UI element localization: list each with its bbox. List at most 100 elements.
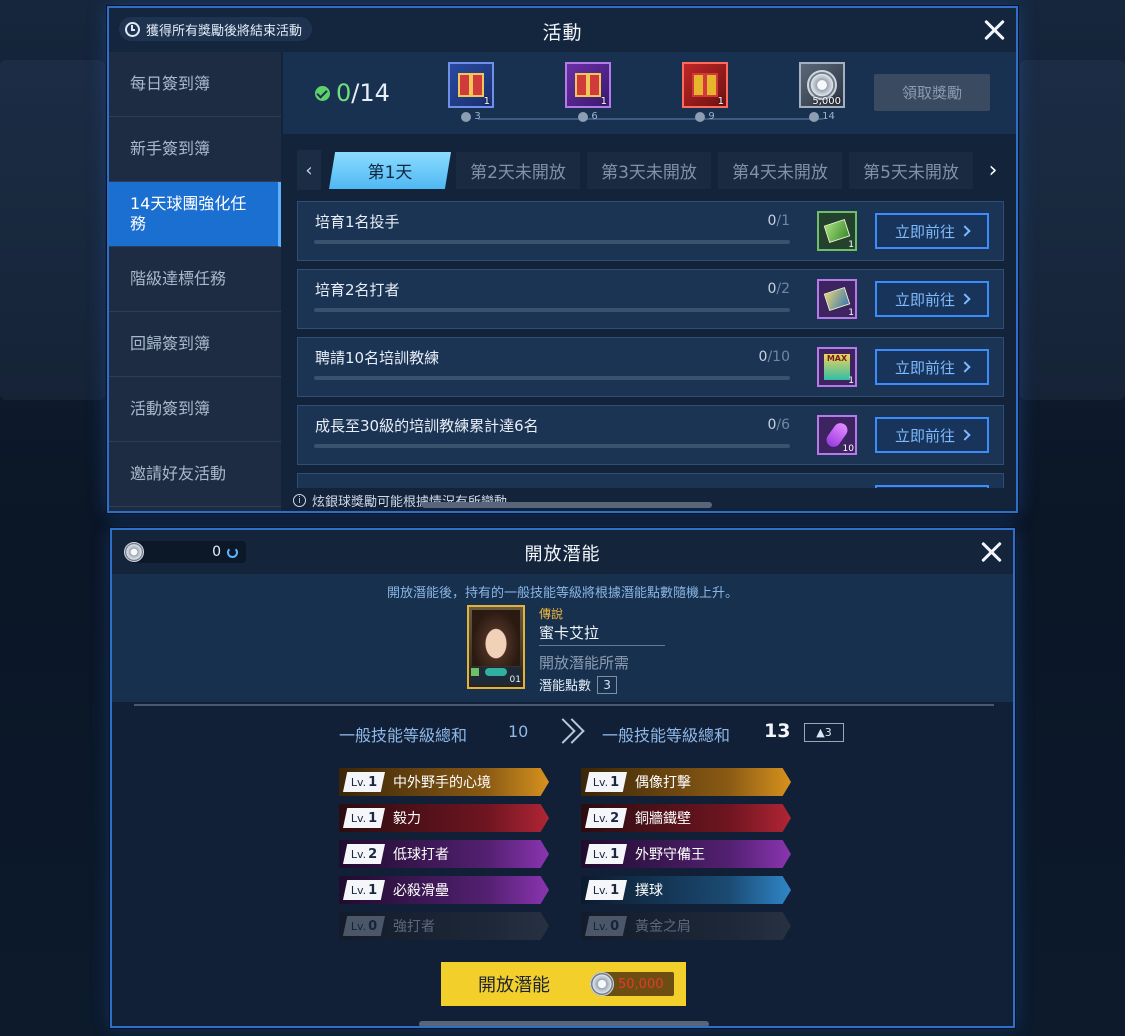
skill-name: 必殺滑壘	[393, 883, 449, 899]
background-shadow-left	[0, 60, 105, 400]
max-upgrade-icon[interactable]: MAX 1	[817, 347, 857, 387]
sidebar-item-label: 每日簽到簿	[130, 74, 211, 93]
task-progress-bar	[314, 444, 790, 448]
skill-level-tag: Lv. 1	[585, 772, 627, 792]
go-now-button[interactable]: 立即前往	[875, 349, 989, 385]
task-progress: 0/10	[758, 349, 790, 365]
skill-item[interactable]: Lv. 1 偶像打擊	[581, 768, 791, 796]
double-chevron-right-icon	[550, 716, 585, 750]
open-potential-button[interactable]: 開放潛能 50,000	[441, 962, 686, 1006]
points-label: 潛能點數	[539, 679, 592, 694]
skill-item[interactable]: Lv. 1 外野守備王	[581, 840, 791, 868]
skill-level-tag: Lv. 1	[585, 880, 627, 900]
task-progress: 0/2	[767, 281, 790, 297]
player-name: 蜜卡艾拉	[539, 624, 600, 642]
milestone-reward-2[interactable]: 1 6	[564, 62, 612, 122]
sidebar-item-invite-friends[interactable]: 邀請好友活動	[109, 442, 281, 507]
skill-item[interactable]: Lv. 0 強打者	[339, 912, 549, 940]
task-row: 培育2名打者 0/2 1 立即前往	[297, 269, 1004, 329]
milestone-label: 9	[708, 111, 715, 122]
gift-box-icon: 1	[565, 62, 611, 108]
task-progress-bar	[314, 376, 790, 380]
claim-rewards-button[interactable]: 領取獎勵	[874, 74, 990, 111]
skill-name: 銅牆鐵壁	[635, 811, 691, 827]
potential-close-icon[interactable]	[980, 541, 1002, 563]
potential-title: 開放潛能	[524, 544, 601, 565]
divider	[134, 704, 994, 706]
skill-item[interactable]: Lv. 2 低球打者	[339, 840, 549, 868]
skill-item[interactable]: Lv. 0 黃金之肩	[581, 912, 791, 940]
tabs-next-arrow[interactable]: ›	[981, 150, 1005, 190]
requirement-label: 開放潛能所需	[539, 654, 630, 672]
skill-item[interactable]: Lv. 1 毅力	[339, 804, 549, 832]
tab-day-3[interactable]: 第3天未開放	[587, 152, 711, 189]
player-card[interactable]: 01	[467, 605, 525, 689]
player-portrait	[472, 610, 520, 666]
gift-box-icon: 1	[448, 62, 494, 108]
sidebar-item-event-signin[interactable]: 活動簽到簿	[109, 377, 281, 442]
chevron-right-icon	[959, 361, 971, 373]
chevron-right-icon	[959, 429, 971, 441]
activity-close-icon[interactable]	[983, 19, 1005, 41]
go-now-button[interactable]: 立即前往	[875, 281, 989, 317]
task-progress-bar	[314, 240, 790, 244]
skill-item[interactable]: Lv. 1 中外野手的心境	[339, 768, 549, 796]
potential-points: 潛能點數 3	[539, 675, 618, 694]
skill-level-tag: Lv. 0	[585, 916, 627, 936]
task-progress-bar	[314, 308, 790, 312]
task-row: 培育1名投手 0/1 1 立即前往	[297, 201, 1004, 261]
skill-name: 毅力	[393, 811, 421, 827]
task-name: 聘請10名培訓教練	[315, 349, 440, 367]
skill-name: 中外野手的心境	[393, 775, 491, 791]
sidebar-item-return-signin[interactable]: 回歸簽到簿	[109, 312, 281, 377]
sidebar-item-label: 新手簽到簿	[130, 139, 211, 158]
position-badge-icon	[485, 668, 507, 676]
open-potential-label: 開放潛能	[478, 975, 550, 996]
cost-pill: 50,000	[590, 972, 674, 996]
skill-level-tag: Lv. 1	[343, 808, 385, 828]
milestone-reward-4[interactable]: 5,000 14	[798, 62, 846, 122]
tab-day-2[interactable]: 第2天未開放	[456, 152, 580, 189]
skill-item[interactable]: Lv. 2 銅牆鐵壁	[581, 804, 791, 832]
milestone-reward-3[interactable]: 1 9	[681, 62, 729, 122]
activity-title: 活動	[542, 22, 583, 44]
skill-sum-before: 10	[508, 722, 529, 741]
sidebar-item-daily-signin[interactable]: 每日簽到簿	[109, 52, 281, 117]
milestone-progress-strip: 0/14 1 3 1 6 1 9 5,000 14 領取獎勵	[283, 52, 1016, 134]
training-card-icon[interactable]: 1	[817, 211, 857, 251]
task-row: 聘請10名培訓教練 0/10 MAX 1 立即前往	[297, 337, 1004, 397]
skill-item[interactable]: Lv. 1 必殺滑壘	[339, 876, 549, 904]
skill-sum-delta: ▲3	[804, 723, 844, 742]
go-now-button[interactable]: 立即前往	[875, 417, 989, 453]
points-value: 3	[597, 675, 618, 694]
milestone-label: 3	[474, 111, 481, 122]
skill-name: 低球打者	[393, 847, 449, 863]
tabs-prev-arrow[interactable]: ‹	[297, 150, 321, 190]
milestone-label: 6	[591, 111, 598, 122]
task-name: 培育2名打者	[315, 281, 400, 299]
scroll-indicator[interactable]	[419, 1021, 709, 1026]
sidebar-item-14day-mission[interactable]: 14天球團強化任務	[109, 182, 281, 247]
sidebar-item-newbie-signin[interactable]: 新手簽到簿	[109, 117, 281, 182]
tab-day-5[interactable]: 第5天未開放	[849, 152, 973, 189]
sidebar-item-rank-mission[interactable]: 階級達標任務	[109, 247, 281, 312]
task-progress: 0/1	[767, 213, 790, 229]
background-shadow-right	[1020, 60, 1125, 400]
skill-sum-after-label: 一般技能等級總和	[602, 726, 731, 745]
cost-value: 50,000	[618, 976, 664, 992]
activity-panel: 獲得所有獎勵後將結束活動 活動 每日簽到簿 新手簽到簿 14天球團強化任務 階級…	[107, 6, 1018, 513]
skill-level-tag: Lv. 1	[343, 772, 385, 792]
tab-day-1[interactable]: 第1天	[329, 152, 451, 189]
scroll-indicator[interactable]	[422, 502, 712, 508]
skill-item[interactable]: Lv. 1 撲球	[581, 876, 791, 904]
potential-description: 開放潛能後，持有的一般技能等級將根據潛能點數隨機上升。	[386, 586, 738, 601]
tab-day-4[interactable]: 第4天未開放	[718, 152, 842, 189]
player-rarity: 傳說	[539, 607, 564, 621]
check-circle-icon	[809, 111, 820, 122]
milestone-reward-1[interactable]: 1 3	[447, 62, 495, 122]
training-card-icon[interactable]: 1	[817, 279, 857, 319]
skill-sum-after: 13	[764, 720, 791, 742]
capsule-icon[interactable]: 10	[817, 415, 857, 455]
check-circle-icon	[695, 111, 706, 122]
go-now-button[interactable]: 立即前往	[875, 213, 989, 249]
